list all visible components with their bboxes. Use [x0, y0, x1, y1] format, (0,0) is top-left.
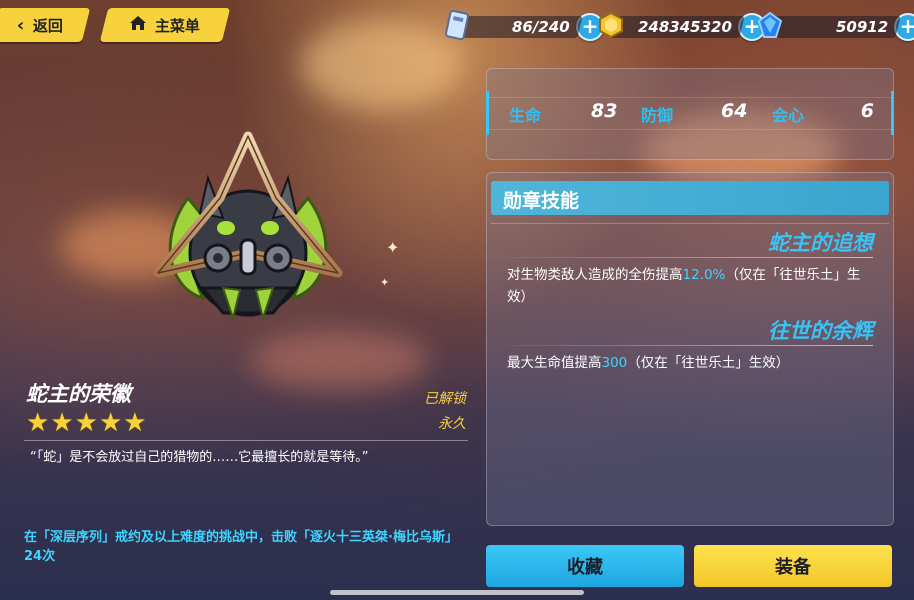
back-button[interactable]: ‹ 返回 — [0, 8, 91, 42]
skill-description: 最大生命值提高300（仅在「往世乐土」生效） — [507, 352, 873, 374]
skill-name: 往世的余辉 — [768, 319, 873, 343]
home-button[interactable]: 主菜单 — [99, 8, 231, 42]
stamina-resource: 86/240 + — [444, 9, 604, 41]
crystal-icon — [756, 11, 784, 43]
skill-item: 蛇主的追想 对生物类敌人造成的全伤提高12.0%（仅在「往世乐土」生效） — [507, 227, 873, 308]
stat-hp: 生命 83 — [509, 100, 617, 126]
skill-desc-text: 最大生命值提高 — [507, 355, 602, 371]
collect-label: 收藏 — [567, 557, 603, 578]
chevron-left-icon: ‹ — [17, 14, 25, 36]
sparkle-icon: ✦ — [386, 238, 400, 257]
skill-desc-value: 12.0% — [682, 267, 726, 283]
stats-separator — [487, 97, 893, 98]
stat-crit: 会心 6 — [772, 100, 882, 126]
stat-label: 防御 — [641, 106, 674, 125]
coin-resource: 248345320 + — [598, 11, 766, 42]
stats-separator — [487, 129, 893, 130]
home-indicator — [330, 590, 584, 595]
star-icon: ★ — [74, 408, 98, 438]
skill-name: 蛇主的追想 — [768, 231, 873, 255]
stat-label: 会心 — [772, 106, 805, 125]
star-icon: ★ — [98, 408, 123, 438]
crystal-value: 50912 — [835, 18, 888, 36]
stat-value: 64 — [721, 100, 748, 122]
equip-label: 装备 — [775, 557, 811, 578]
crystal-resource: 50912 + — [756, 11, 914, 43]
duration-label: 永久 — [438, 416, 466, 432]
skills-panel: 勋章技能 蛇主的追想 对生物类敌人造成的全伤提高12.0%（仅在「往世乐土」生效… — [486, 172, 894, 526]
skills-header: 勋章技能 — [491, 181, 889, 215]
medal-quote: “「蛇」是不会放过自己的猎物的……它最擅长的就是等待。” — [30, 450, 369, 465]
gold-coin-icon — [598, 11, 624, 42]
skill-desc-value: 300 — [601, 355, 628, 371]
equip-button[interactable]: 装备 — [694, 545, 892, 587]
stamina-value: 86/240 — [512, 18, 570, 36]
skill-divider — [507, 257, 873, 258]
stat-def: 防御 64 — [641, 100, 747, 126]
skill-description: 对生物类敌人造成的全伤提高12.0%（仅在「往世乐土」生效） — [507, 264, 873, 308]
skills-title: 勋章技能 — [503, 190, 580, 212]
stat-label: 生命 — [509, 106, 542, 125]
unlock-status: 已解锁 — [424, 391, 466, 407]
sparkle-icon: ✦ — [380, 276, 390, 289]
skill-item: 往世的余辉 最大生命值提高300（仅在「往世乐土」生效） — [507, 315, 873, 374]
stamina-card-icon — [444, 9, 470, 44]
star-icon: ★ — [26, 408, 50, 438]
back-label: 返回 — [32, 16, 63, 35]
coin-value: 248345320 — [638, 18, 732, 36]
home-label: 主菜单 — [155, 16, 201, 35]
skill-desc-text: 对生物类敌人造成的全伤提高 — [507, 267, 683, 283]
home-icon — [129, 15, 147, 35]
unlock-condition: 在「深层序列」戒约及以上难度的挑战中，击败「逐火十三英桀·梅比乌斯」24次 — [24, 530, 458, 564]
stat-value: 83 — [591, 100, 618, 122]
skills-header-divider — [491, 223, 889, 224]
skill-desc-text: （仅在「往世乐土」生效） — [627, 355, 790, 371]
medal-emblem — [148, 128, 348, 328]
skill-divider — [507, 345, 873, 346]
collect-button[interactable]: 收藏 — [486, 545, 684, 587]
stats-panel: 生命 83 防御 64 会心 6 — [486, 68, 894, 160]
medal-divider — [24, 440, 468, 441]
star-icon: ★ — [123, 408, 147, 438]
medal-name: 蛇主的荣徽 — [26, 382, 131, 406]
stat-value: 6 — [860, 100, 874, 122]
star-icon: ★ — [50, 408, 74, 438]
star-rating: ★ ★ ★ ★ ★ — [26, 410, 147, 436]
